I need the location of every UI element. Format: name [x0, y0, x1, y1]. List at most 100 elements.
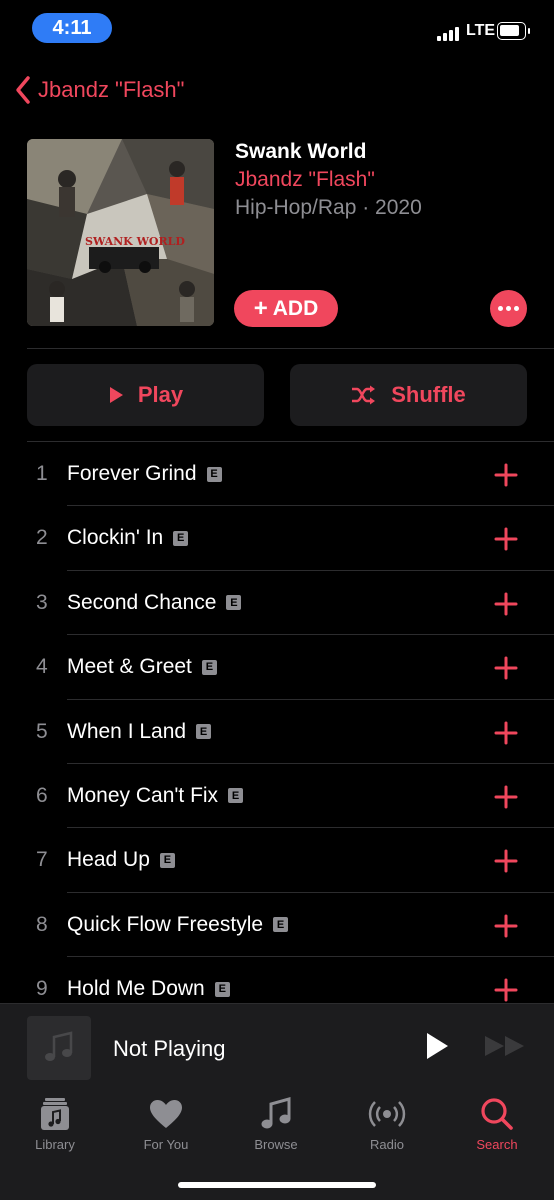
album-artist-link[interactable]: Jbandz "Flash": [235, 168, 375, 192]
play-icon: [109, 387, 123, 403]
track-title-group: Money Can't Fix E: [67, 783, 244, 808]
album-collage-image: SWANK WORLD: [27, 139, 214, 326]
signal-strength-icon: [437, 25, 463, 41]
add-track-button[interactable]: [492, 783, 520, 811]
play-label: Play: [137, 382, 184, 407]
plus-icon: [494, 656, 518, 680]
track-row[interactable]: 8 Quick Flow Freestyle E: [0, 893, 554, 958]
tab-label: Search: [476, 1137, 518, 1152]
plus-icon: [494, 978, 518, 1002]
back-button[interactable]: Jbandz "Flash": [14, 72, 184, 108]
track-row[interactable]: 3 Second Chance E: [0, 571, 554, 636]
album-title: Swank World: [235, 140, 367, 163]
mini-player[interactable]: Not Playing: [0, 1003, 554, 1089]
track-title-group: Quick Flow Freestyle E: [67, 912, 289, 937]
now-playing-text: Not Playing: [113, 1036, 226, 1061]
add-track-button[interactable]: [492, 461, 520, 489]
track-number: 4: [36, 655, 48, 679]
track-number: 3: [36, 590, 48, 614]
track-title-group: Clockin' In E: [67, 526, 189, 550]
track-title-group: Forever Grind E: [67, 462, 222, 486]
plus-icon: +: [253, 294, 268, 322]
track-row[interactable]: 7 Head Up E: [0, 828, 554, 893]
explicit-badge: E: [214, 981, 230, 997]
tab-browse[interactable]: Browse: [221, 1096, 331, 1160]
chevron-left-icon: [16, 76, 30, 104]
library-icon: [41, 1098, 69, 1130]
status-bar: 4:11 LTE: [0, 0, 554, 58]
add-track-button[interactable]: [492, 719, 520, 747]
track-row[interactable]: 5 When I Land E: [0, 700, 554, 764]
play-button[interactable]: Play: [27, 364, 264, 426]
album-artwork[interactable]: SWANK WORLD: [27, 139, 214, 326]
explicit-badge: E: [201, 659, 217, 675]
plus-icon: [494, 527, 518, 551]
tab-for-you[interactable]: For You: [111, 1096, 221, 1160]
plus-icon: [494, 849, 518, 873]
tab-label: For You: [143, 1137, 189, 1152]
track-title: Quick Flow Freestyle: [67, 912, 264, 936]
plus-icon: [494, 914, 518, 938]
header-divider: [27, 348, 554, 349]
track-title: Clockin' In: [67, 526, 164, 550]
track-title-group: When I Land E: [67, 719, 212, 744]
music-note-icon: [45, 1031, 73, 1061]
track-title: Money Can't Fix: [67, 783, 219, 807]
track-title-group: Hold Me Down E: [67, 977, 230, 1001]
track-number: 7: [36, 848, 48, 872]
more-dot: [514, 306, 519, 311]
tab-search[interactable]: Search: [442, 1096, 552, 1160]
search-icon: [481, 1098, 513, 1130]
track-title: Hold Me Down: [67, 977, 205, 1001]
tab-library[interactable]: Library: [0, 1096, 110, 1160]
skip-forward-button[interactable]: [483, 1034, 527, 1063]
shuffle-icon: [352, 385, 376, 405]
track-row[interactable]: 6 Money Can't Fix E: [0, 764, 554, 829]
explicit-badge: E: [206, 466, 222, 482]
add-track-button[interactable]: [492, 654, 520, 682]
tab-radio[interactable]: Radio: [332, 1096, 442, 1160]
track-title: When I Land: [67, 719, 187, 743]
network-type: LTE: [466, 22, 496, 39]
more-dot: [506, 306, 511, 311]
tab-label: Library: [35, 1137, 75, 1152]
battery-icon: [497, 22, 526, 40]
explicit-badge: E: [173, 530, 189, 546]
add-label: ADD: [272, 296, 319, 320]
shuffle-button[interactable]: Shuffle: [290, 364, 527, 426]
track-title: Meet & Greet: [67, 655, 192, 679]
status-time[interactable]: 4:11: [32, 13, 112, 43]
plus-icon: [494, 463, 518, 487]
mini-play-button[interactable]: [424, 1031, 450, 1066]
explicit-badge: E: [273, 917, 289, 933]
explicit-badge: E: [228, 788, 244, 804]
track-title: Second Chance: [67, 590, 217, 614]
track-row[interactable]: 4 Meet & Greet E: [0, 635, 554, 700]
track-row[interactable]: 1 Forever Grind E: [0, 442, 554, 507]
track-title: Forever Grind: [67, 462, 197, 485]
mini-player-artwork: [27, 1016, 91, 1080]
add-track-button[interactable]: [492, 912, 520, 940]
track-title-group: Head Up E: [67, 848, 175, 872]
back-label: Jbandz "Flash": [38, 77, 185, 102]
add-track-button[interactable]: [492, 590, 520, 618]
more-dot: [498, 306, 503, 311]
add-track-button[interactable]: [492, 525, 520, 553]
more-options-button[interactable]: [490, 290, 527, 327]
tab-label: Browse: [254, 1137, 298, 1152]
fast-forward-icon: [485, 1036, 524, 1056]
music-note-icon: [261, 1097, 291, 1129]
track-title-group: Second Chance E: [67, 590, 242, 615]
track-row[interactable]: 2 Clockin' In E: [0, 506, 554, 571]
add-track-button[interactable]: [492, 847, 520, 875]
explicit-badge: E: [226, 595, 242, 611]
play-icon: [427, 1033, 448, 1059]
add-track-button[interactable]: [492, 976, 520, 1004]
add-to-library-button[interactable]: + ADD: [234, 290, 338, 327]
track-list: 1 Forever Grind E 2 Clockin' In E 3 Seco…: [0, 442, 554, 1022]
artwork-text: SWANK WORLD: [85, 235, 185, 248]
explicit-badge: E: [196, 724, 212, 740]
track-number: 5: [36, 719, 48, 743]
home-indicator[interactable]: [178, 1182, 376, 1188]
album-genre-year: Hip-Hop/Rap · 2020: [235, 196, 422, 219]
